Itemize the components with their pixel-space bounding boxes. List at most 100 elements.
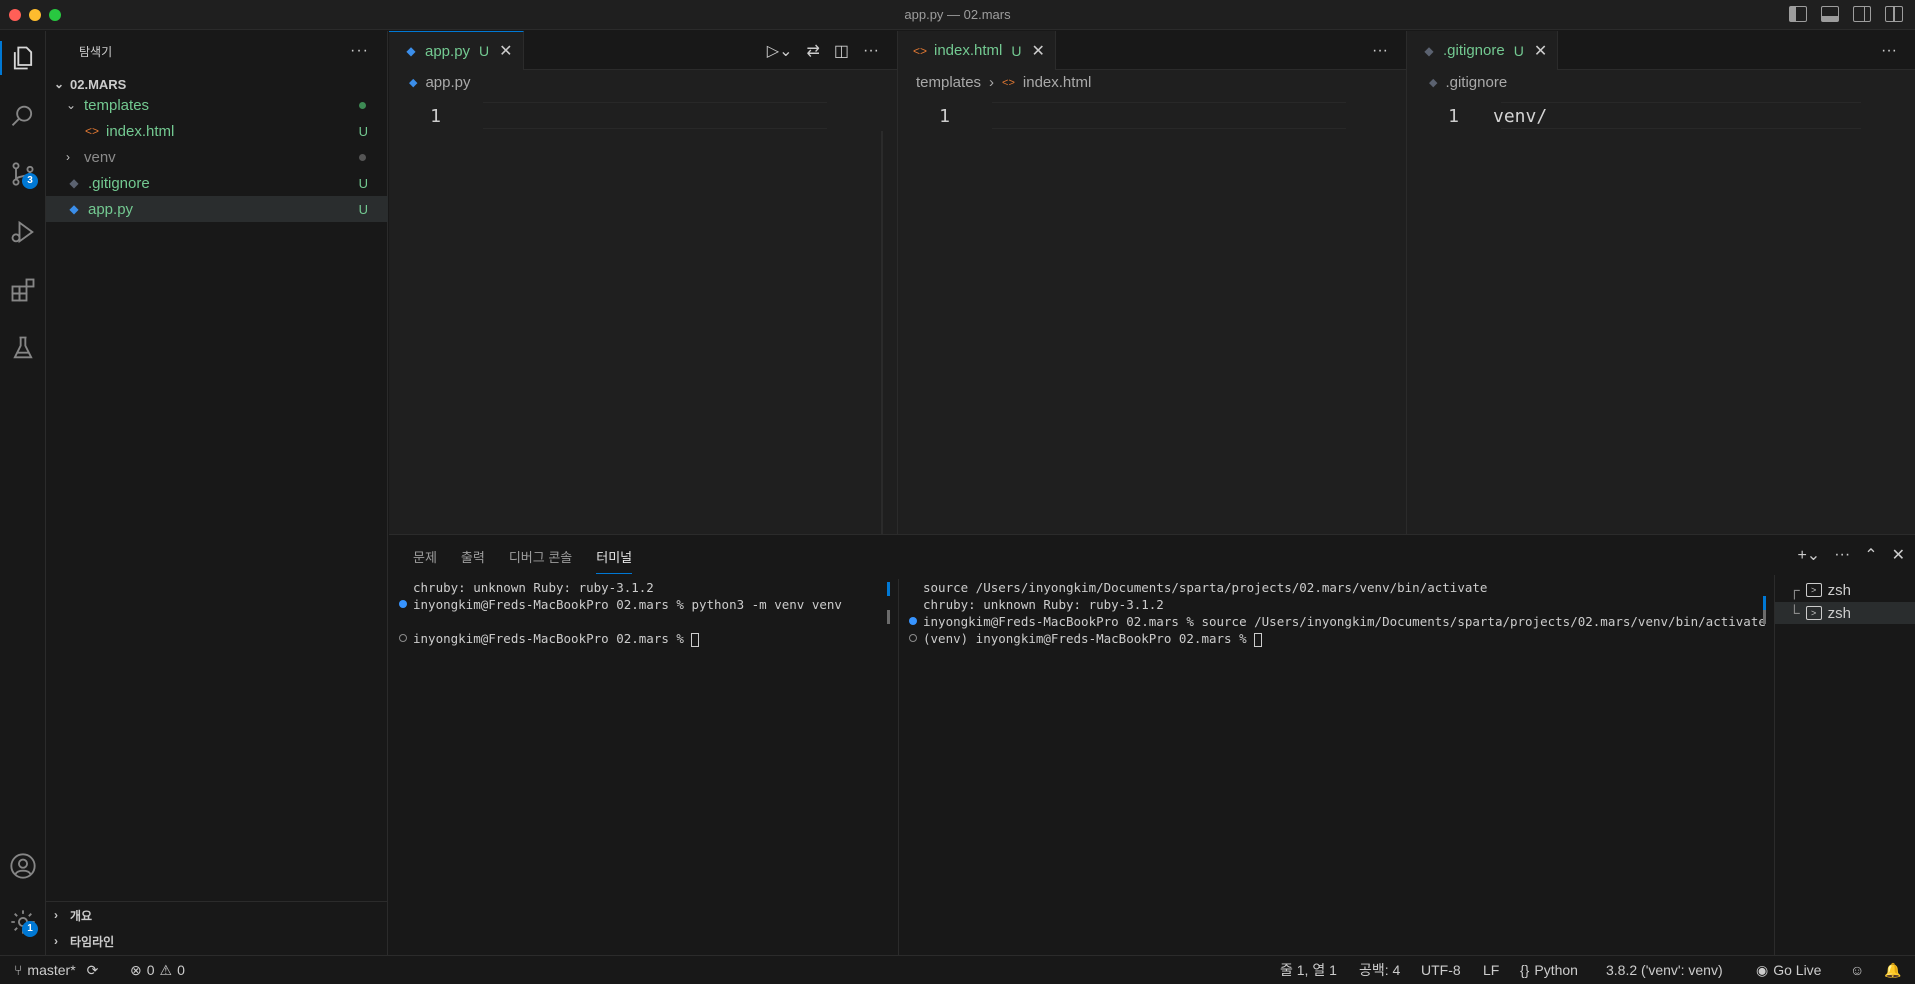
indentation[interactable]: 공백: 4 bbox=[1359, 956, 1400, 984]
tab-index-html[interactable]: <> index.html U ✕ bbox=[898, 31, 1056, 70]
close-panel-icon[interactable]: ✕ bbox=[1892, 545, 1905, 565]
tab-debug-console[interactable]: 디버그 콘솔 bbox=[509, 547, 572, 574]
broadcast-icon: ◉ bbox=[1756, 961, 1769, 978]
command-pending-icon bbox=[399, 634, 407, 642]
tab-gitignore[interactable]: ◆ .gitignore U ✕ bbox=[1407, 31, 1559, 70]
breadcrumb-item[interactable]: templates bbox=[916, 74, 981, 91]
python-interpreter[interactable]: 3.8.2 ('venv': venv) bbox=[1606, 956, 1723, 984]
chevron-down-icon: ⌄ bbox=[54, 77, 65, 91]
terminal-item[interactable]: ┌ > zsh bbox=[1775, 579, 1915, 601]
more-actions-icon[interactable]: ··· bbox=[350, 42, 369, 60]
branch-status[interactable]: ⑂ master* ⟳ bbox=[14, 956, 98, 984]
python-file-icon: ◆ bbox=[406, 44, 416, 58]
tree-item-app-py[interactable]: ◆ app.py U bbox=[46, 196, 388, 222]
git-branch-icon: ⑂ bbox=[14, 962, 23, 978]
chevron-right-icon: › bbox=[66, 150, 70, 164]
tab-terminal[interactable]: 터미널 bbox=[596, 547, 633, 574]
outline-section[interactable]: › 개요 bbox=[46, 903, 388, 927]
terminal-left[interactable]: chruby: unknown Ruby: ruby-3.1.2 inyongk… bbox=[399, 579, 842, 647]
account-icon[interactable] bbox=[0, 843, 46, 889]
editor-group-1: ◆ app.py U ✕ ▷⌄ ⇄ ◫ ··· ◆ app.py 1 bbox=[389, 31, 898, 561]
terminal-item[interactable]: └ > zsh bbox=[1775, 602, 1915, 624]
extensions-icon[interactable] bbox=[0, 267, 46, 313]
code-line[interactable]: 1 bbox=[918, 103, 990, 129]
more-actions-icon[interactable]: ··· bbox=[1881, 42, 1897, 60]
testing-icon[interactable] bbox=[0, 325, 46, 371]
run-file-icon[interactable]: ▷⌄ bbox=[767, 41, 793, 61]
git-file-icon: ◆ bbox=[69, 176, 79, 190]
close-tab-icon[interactable]: ✕ bbox=[1032, 41, 1045, 61]
editor-group-3: ◆ .gitignore U ✕ ··· ◆ .gitignore 1 venv… bbox=[1407, 31, 1915, 534]
status-bar: ⑂ master* ⟳ ⊗ 0 ⚠ 0 줄 1, 열 1 공백: 4 UTF-8… bbox=[0, 955, 1915, 984]
explorer-icon[interactable] bbox=[0, 35, 46, 81]
source-control-icon[interactable]: 3 bbox=[0, 151, 46, 197]
command-pending-icon bbox=[909, 634, 917, 642]
terminal-icon: > bbox=[1805, 606, 1822, 620]
untracked-badge: U bbox=[358, 123, 368, 139]
more-actions-icon[interactable]: ··· bbox=[1372, 42, 1388, 60]
maximize-panel-icon[interactable]: ⌃ bbox=[1864, 545, 1877, 565]
line-number: 1 bbox=[939, 105, 950, 127]
panel-tabs: 문제 출력 디버그 콘솔 터미널 bbox=[413, 547, 633, 574]
problems-status[interactable]: ⊗ 0 ⚠ 0 bbox=[130, 956, 185, 984]
search-icon[interactable] bbox=[0, 93, 46, 139]
tree-item-index-html[interactable]: <> index.html U bbox=[46, 118, 388, 144]
breadcrumb: templates › <> index.html bbox=[916, 74, 1091, 91]
close-tab-icon[interactable]: ✕ bbox=[1534, 41, 1547, 61]
activity-bar: 3 1 bbox=[0, 31, 46, 955]
customize-layout-icon[interactable] bbox=[1885, 6, 1903, 22]
compare-changes-icon[interactable]: ⇄ bbox=[806, 41, 819, 61]
line-number: 1 bbox=[1448, 105, 1459, 127]
run-debug-icon[interactable] bbox=[0, 209, 46, 255]
breadcrumb: ◆ .gitignore bbox=[1429, 74, 1507, 91]
sync-icon[interactable]: ⟳ bbox=[87, 962, 99, 979]
modified-dot-icon bbox=[359, 101, 366, 109]
chevron-down-icon: ⌄ bbox=[66, 98, 77, 112]
chevron-right-icon: › bbox=[54, 934, 58, 948]
explorer-sidebar: 탐색기 ··· ⌄ 02.MARS ⌄ templates <> index.h… bbox=[46, 31, 388, 955]
breadcrumb-item[interactable]: app.py bbox=[425, 74, 470, 91]
tab-app-py[interactable]: ◆ app.py U ✕ bbox=[389, 31, 524, 70]
breadcrumb: ◆ app.py bbox=[409, 74, 471, 91]
toggle-panel-icon[interactable] bbox=[1821, 6, 1839, 22]
code-line[interactable]: 1 bbox=[409, 103, 481, 129]
breadcrumb-item[interactable]: index.html bbox=[1023, 74, 1091, 91]
manage-gear-icon[interactable]: 1 bbox=[0, 899, 46, 945]
terminal-list: ┌ > zsh └ > zsh bbox=[1774, 575, 1915, 955]
tree-item-venv[interactable]: › venv bbox=[46, 144, 388, 170]
cursor-position[interactable]: 줄 1, 열 1 bbox=[1280, 956, 1337, 984]
warning-icon: ⚠ bbox=[159, 961, 173, 978]
toggle-primary-sidebar-icon[interactable] bbox=[1789, 6, 1807, 22]
breadcrumb-item[interactable]: .gitignore bbox=[1445, 74, 1507, 91]
code-line[interactable]: 1 venv/ bbox=[1427, 103, 1547, 129]
terminal-icon: > bbox=[1805, 583, 1822, 597]
chevron-right-icon: › bbox=[989, 74, 995, 91]
braces-icon: {} bbox=[1520, 962, 1530, 978]
source-control-badge: 3 bbox=[22, 173, 38, 189]
end-of-line[interactable]: LF bbox=[1483, 956, 1499, 984]
sidebar-title: 탐색기 bbox=[79, 44, 113, 59]
close-tab-icon[interactable]: ✕ bbox=[499, 41, 512, 61]
toggle-secondary-sidebar-icon[interactable] bbox=[1853, 6, 1871, 22]
feedback-icon[interactable]: ☺ bbox=[1850, 956, 1864, 984]
more-actions-icon[interactable]: ··· bbox=[1834, 546, 1850, 564]
tab-output[interactable]: 출력 bbox=[461, 547, 485, 574]
terminal-right[interactable]: source /Users/inyongkim/Documents/sparta… bbox=[909, 579, 1766, 647]
encoding[interactable]: UTF-8 bbox=[1421, 956, 1461, 984]
python-file-icon: ◆ bbox=[409, 77, 418, 89]
notifications-bell-icon[interactable]: 🔔 bbox=[1884, 956, 1901, 984]
error-icon: ⊗ bbox=[130, 961, 142, 978]
git-file-icon: ◆ bbox=[1424, 43, 1434, 58]
tree-item-gitignore[interactable]: ◆ .gitignore U bbox=[46, 170, 388, 196]
timeline-section[interactable]: › 타임라인 bbox=[46, 929, 388, 953]
language-mode[interactable]: {} Python bbox=[1520, 956, 1578, 984]
bottom-panel: 문제 출력 디버그 콘솔 터미널 +⌄ ··· ⌃ ✕ chruby: unkn… bbox=[389, 534, 1915, 956]
untracked-badge: U bbox=[358, 175, 368, 191]
split-editor-icon[interactable]: ◫ bbox=[834, 41, 849, 61]
tree-item-templates[interactable]: ⌄ templates bbox=[46, 92, 388, 118]
editor-group-2: <> index.html U ✕ ··· templates › <> ind… bbox=[898, 31, 1407, 534]
new-terminal-icon[interactable]: +⌄ bbox=[1797, 545, 1820, 565]
go-live-button[interactable]: ◉ Go Live bbox=[1756, 956, 1821, 984]
more-actions-icon[interactable]: ··· bbox=[863, 42, 879, 60]
tab-problems[interactable]: 문제 bbox=[413, 547, 437, 574]
